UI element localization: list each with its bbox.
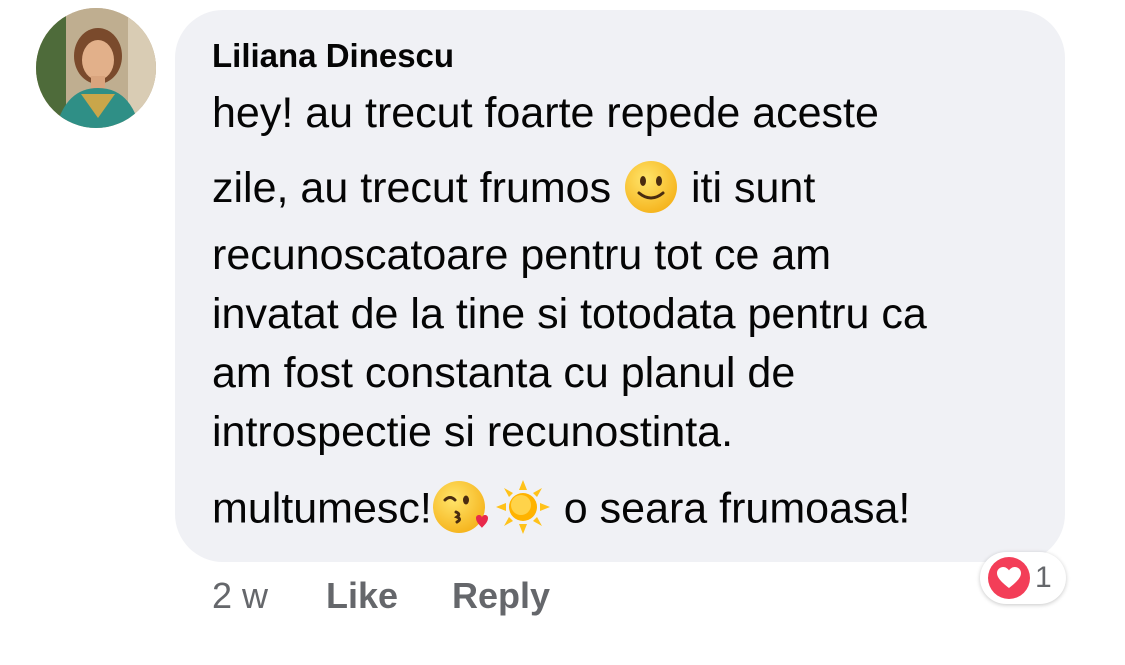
comment-text-line: multumesc! o seara frumoasa! — [212, 480, 911, 540]
comment-text-line: zile, au trecut frumos iti sunt — [212, 159, 816, 219]
comment-text-segment: o seara frumoasa! — [563, 484, 911, 533]
comment-text-segment: multumesc! — [212, 484, 432, 533]
kiss-face-emoji — [432, 478, 490, 536]
sun-emoji — [494, 478, 552, 536]
comment-text-line: am fost constanta cu planul de — [212, 349, 796, 397]
comment-text-line: invatat de la tine si totodata pentru ca — [212, 290, 927, 338]
comment-text-line: hey! au trecut foarte repede aceste — [212, 89, 879, 137]
smiling-face-emoji — [623, 159, 679, 215]
reply-button[interactable]: Reply — [452, 574, 550, 618]
comment-timestamp[interactable]: 2 w — [212, 574, 268, 618]
comment-text-line: introspectie si recunostinta. — [212, 408, 734, 456]
comment-author-name[interactable]: Liliana Dinescu — [212, 36, 454, 76]
author-avatar[interactable] — [36, 8, 156, 128]
like-button[interactable]: Like — [326, 574, 398, 618]
comment-text-line: recunoscatoare pentru tot ce am — [212, 231, 832, 279]
comment-text-segment: iti sunt — [691, 164, 816, 212]
avatar-photo — [36, 8, 156, 128]
reaction-summary[interactable]: 1 — [980, 552, 1066, 604]
love-reaction-icon — [988, 557, 1030, 599]
comment-text-segment: zile, au trecut frumos — [212, 164, 612, 212]
reaction-count: 1 — [1035, 561, 1052, 594]
